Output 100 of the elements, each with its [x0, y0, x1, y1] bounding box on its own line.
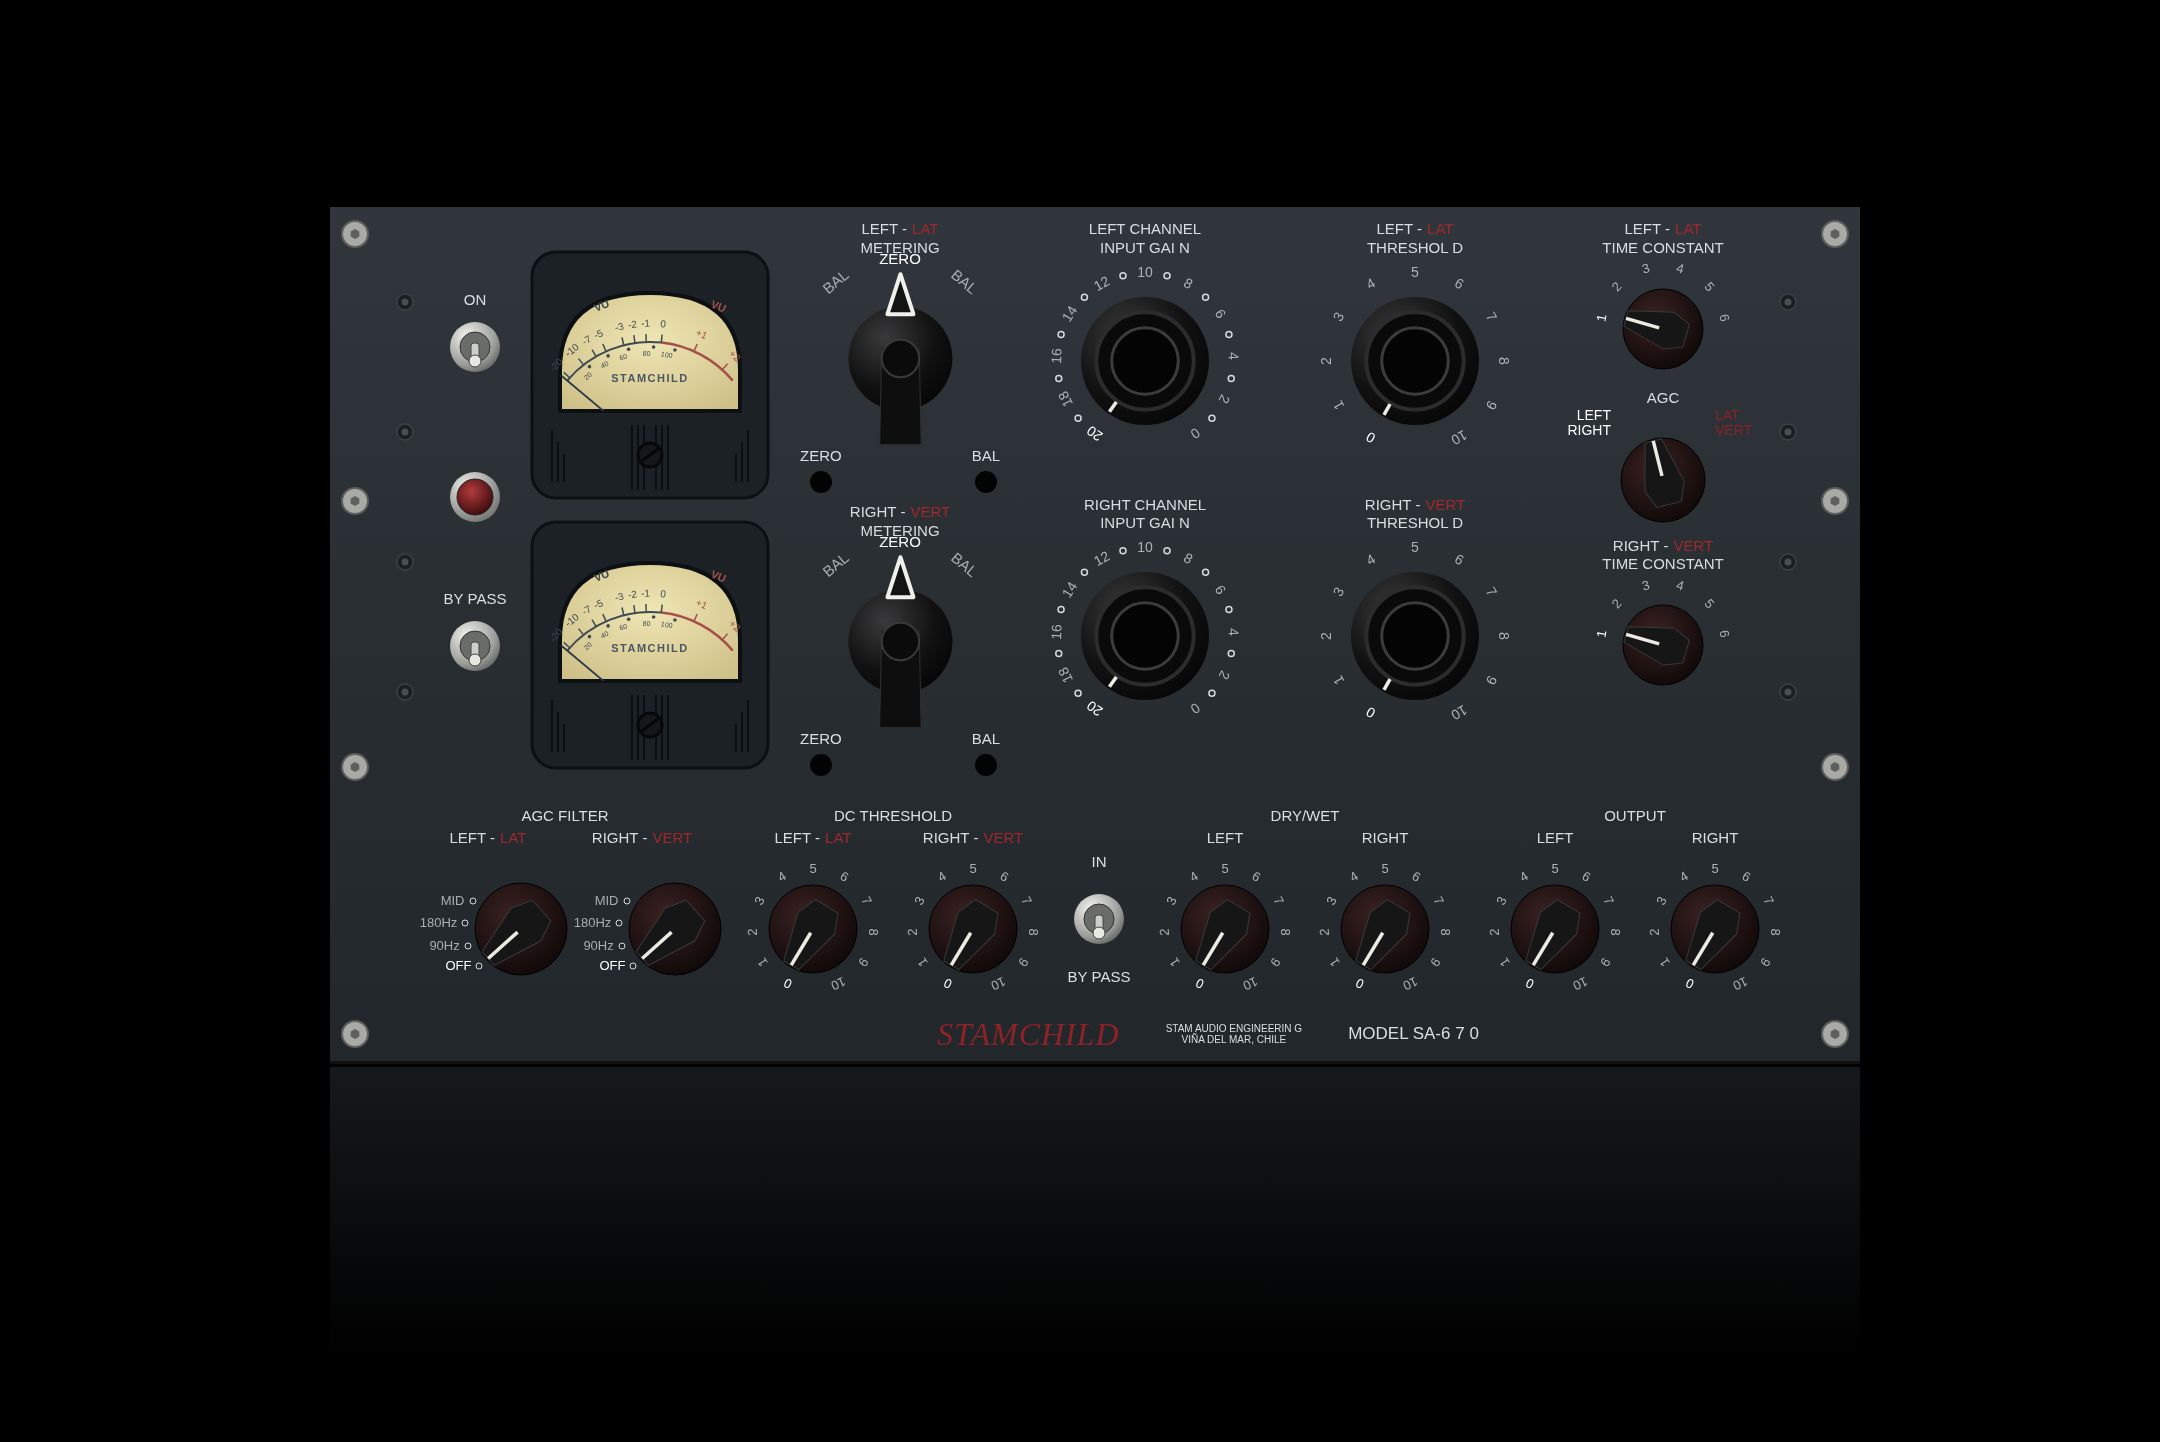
scale-label: 18: [1055, 388, 1077, 410]
option-label: 90Hz: [429, 938, 460, 954]
scale-label: 5: [1701, 279, 1717, 295]
control-label: LEFT -: [1624, 221, 1671, 238]
knob[interactable]: [1621, 603, 1705, 688]
meter-brand: STAMCHILD: [611, 642, 689, 654]
option-label: 180Hz: [573, 915, 612, 931]
scale-label: 7: [1482, 584, 1500, 600]
toggle-switch[interactable]: [1072, 892, 1126, 946]
scale-label: 0: [659, 318, 667, 330]
meter-brand: STAMCHILD: [611, 372, 689, 384]
toggle-switch[interactable]: [448, 320, 502, 374]
scale-label: 4: [775, 869, 789, 886]
maker-text: VIÑA DEL MAR, CHILE: [1181, 1034, 1287, 1045]
scale-label: 5: [1221, 861, 1229, 876]
knob[interactable]: [627, 880, 723, 977]
option-dot: [629, 962, 637, 970]
channel-label: LAT: [825, 830, 852, 847]
channel-label: VERT: [910, 504, 951, 521]
scale-label: 4: [1363, 275, 1379, 293]
switch-label: ON: [463, 291, 487, 308]
option-dot: [615, 919, 623, 927]
knob[interactable]: [1669, 882, 1761, 975]
scale-label: 10: [1240, 973, 1260, 993]
scale-label: 0: [1683, 975, 1696, 992]
scale-label: 6: [1716, 629, 1732, 640]
group-label: OUTPUT: [1604, 807, 1666, 824]
control-label: RIGHT -: [591, 830, 648, 847]
scale-label: 10: [1448, 426, 1470, 448]
scale-label: 5: [969, 861, 977, 876]
scale-label: 4: [1674, 577, 1686, 594]
channel-label: VERT: [652, 830, 693, 847]
scale-label: 0: [1363, 428, 1379, 446]
knob[interactable]: [1509, 882, 1601, 975]
scale-label: 20: [1083, 697, 1106, 720]
scale-label: 10: [1730, 973, 1750, 993]
scale-label: 14: [1059, 303, 1081, 325]
scale-label: 10: [1570, 973, 1590, 993]
option-dot: [469, 897, 476, 905]
scale-label: 6: [1211, 306, 1229, 322]
control-label: LEFT -: [449, 830, 496, 847]
knob[interactable]: [1179, 882, 1271, 975]
knob[interactable]: [1349, 570, 1481, 703]
control-label: INPUT GAI N: [1100, 515, 1190, 533]
adjust-screw-icon: [636, 711, 664, 739]
knob[interactable]: [1079, 570, 1211, 703]
control-label: AGC: [1646, 388, 1680, 406]
scale-label: 2: [1317, 927, 1333, 936]
scale-label: 2: [905, 927, 921, 936]
scale-label: +1: [694, 326, 710, 342]
scale-label: 0: [1353, 975, 1366, 992]
jack-label: BAL: [971, 730, 1000, 747]
scale-label: 1: [1594, 629, 1610, 640]
knob[interactable]: [473, 880, 569, 977]
knob[interactable]: [1349, 294, 1481, 427]
scale-label: 3: [1330, 584, 1348, 600]
scale-label: 4: [1187, 869, 1201, 886]
knob[interactable]: [767, 882, 859, 975]
toggle-switch[interactable]: [448, 619, 502, 673]
scale-label: 9: [1756, 955, 1773, 970]
screw-icon: [1820, 1018, 1850, 1049]
option-label: LEFT RIGHT: [1567, 408, 1611, 439]
vu-label: VU: [592, 297, 611, 314]
jack-hole-icon: [808, 470, 833, 494]
scale-label: 0: [1187, 424, 1204, 442]
scale-label: 18: [1055, 664, 1077, 686]
control-label: INPUT GAI N: [1100, 239, 1190, 257]
scale-label: 7: [1482, 309, 1500, 324]
jack-hole-icon: [973, 753, 998, 777]
scale-label: 9: [854, 955, 871, 970]
bolt-icon: [396, 553, 414, 571]
scale-label: 2: [1319, 356, 1335, 365]
scale-label: 8: [865, 927, 881, 936]
knob[interactable]: [1621, 286, 1705, 371]
control-label: RIGHT CHANNEL: [1083, 496, 1207, 514]
scale-label: 3: [1640, 577, 1652, 594]
control-label: LEFT -: [774, 830, 821, 847]
scale-label: +2: [726, 617, 743, 634]
channel-label: LAT: [500, 830, 527, 847]
control-label: LEFT: [1206, 830, 1244, 847]
jack-hole-icon: [808, 753, 833, 777]
scale-label: 4: [1363, 551, 1379, 569]
knob[interactable]: [927, 882, 1019, 975]
jack-label: ZERO: [800, 730, 842, 747]
channel-label: VERT: [983, 830, 1024, 847]
bolt-icon: [396, 683, 414, 701]
scale-label: -1: [640, 317, 651, 329]
scale-label: 8: [1277, 927, 1293, 936]
knob[interactable]: [1339, 882, 1431, 975]
scale-label: 1: [1167, 955, 1184, 970]
scale-label: -10: [562, 611, 581, 629]
scale-label: 3: [1330, 309, 1348, 324]
adjust-screw-icon: [636, 441, 664, 469]
scale-label: 7: [1429, 894, 1446, 908]
channel-label: VERT: [1425, 496, 1466, 514]
screw-icon: [1820, 219, 1850, 249]
knob[interactable]: [1079, 294, 1211, 427]
option-dot: [464, 942, 472, 950]
scale-label: 1: [755, 955, 772, 970]
bolt-icon: [396, 423, 414, 441]
